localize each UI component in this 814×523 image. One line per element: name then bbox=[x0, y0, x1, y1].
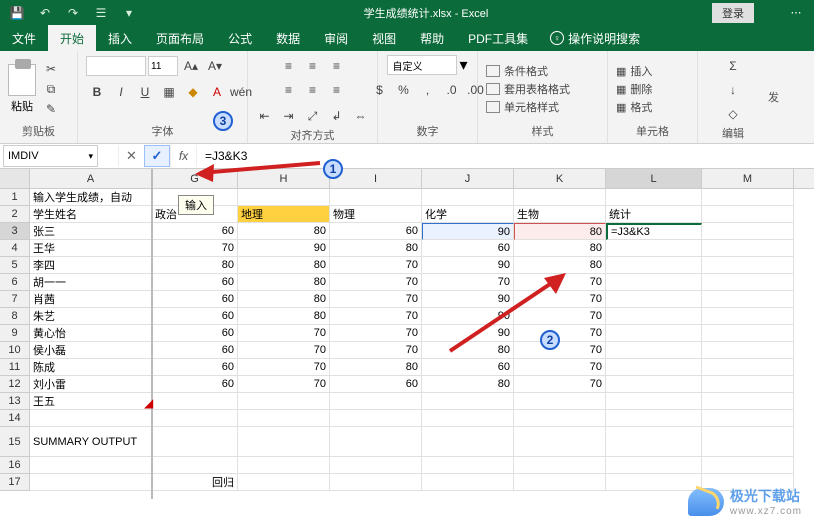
cell[interactable] bbox=[422, 457, 514, 474]
cell[interactable] bbox=[514, 457, 606, 474]
cell[interactable] bbox=[238, 457, 330, 474]
tab-help[interactable]: 帮助 bbox=[408, 25, 456, 51]
cell[interactable] bbox=[606, 457, 702, 474]
watermark-logo-icon bbox=[688, 488, 724, 516]
window-title: 学生成绩统计.xlsx - Excel bbox=[140, 5, 712, 21]
tab-data[interactable]: 数据 bbox=[264, 25, 312, 51]
row-header[interactable]: 17 bbox=[0, 474, 30, 491]
tab-file[interactable]: 文件 bbox=[0, 25, 48, 51]
cell[interactable] bbox=[514, 474, 606, 491]
tell-me-search[interactable]: ♀ 操作说明搜索 bbox=[550, 30, 640, 47]
cell[interactable]: 回归 bbox=[152, 474, 238, 491]
tab-review[interactable]: 审阅 bbox=[312, 25, 360, 51]
annotation-badge-2: 2 bbox=[540, 330, 560, 350]
save-icon[interactable]: 💾 bbox=[6, 3, 28, 23]
redo-icon[interactable]: ↷ bbox=[62, 3, 84, 23]
tab-formulas[interactable]: 公式 bbox=[216, 25, 264, 51]
tab-pdf[interactable]: PDF工具集 bbox=[456, 25, 540, 51]
ribbon-options-icon[interactable]: ⋯ bbox=[784, 6, 808, 19]
watermark: 极光下载站 www.xz7.com bbox=[688, 486, 802, 517]
annotation-badge-3: 3 bbox=[213, 111, 233, 131]
cell[interactable] bbox=[330, 474, 422, 491]
cell[interactable] bbox=[702, 457, 794, 474]
undo-icon[interactable]: ↶ bbox=[34, 3, 56, 23]
cell[interactable] bbox=[152, 457, 238, 474]
qat-dropdown-icon[interactable]: ▾ bbox=[118, 3, 140, 23]
row-header[interactable]: 16 bbox=[0, 457, 30, 474]
bulb-icon: ♀ bbox=[550, 31, 564, 45]
annotation-badge-1: 1 bbox=[323, 159, 343, 179]
tab-view[interactable]: 视图 bbox=[360, 25, 408, 51]
tab-home[interactable]: 开始 bbox=[48, 25, 96, 51]
cell[interactable] bbox=[30, 474, 152, 491]
cell[interactable] bbox=[422, 474, 514, 491]
cell[interactable] bbox=[30, 457, 152, 474]
cell[interactable] bbox=[330, 457, 422, 474]
cell[interactable] bbox=[238, 474, 330, 491]
watermark-name: 极光下载站 bbox=[730, 486, 802, 506]
watermark-url: www.xz7.com bbox=[730, 506, 802, 517]
tab-insert[interactable]: 插入 bbox=[96, 25, 144, 51]
login-button[interactable]: 登录 bbox=[712, 3, 754, 23]
tab-pagelayout[interactable]: 页面布局 bbox=[144, 25, 216, 51]
touch-icon[interactable]: ☰ bbox=[90, 3, 112, 23]
tell-me-label: 操作说明搜索 bbox=[568, 30, 640, 47]
